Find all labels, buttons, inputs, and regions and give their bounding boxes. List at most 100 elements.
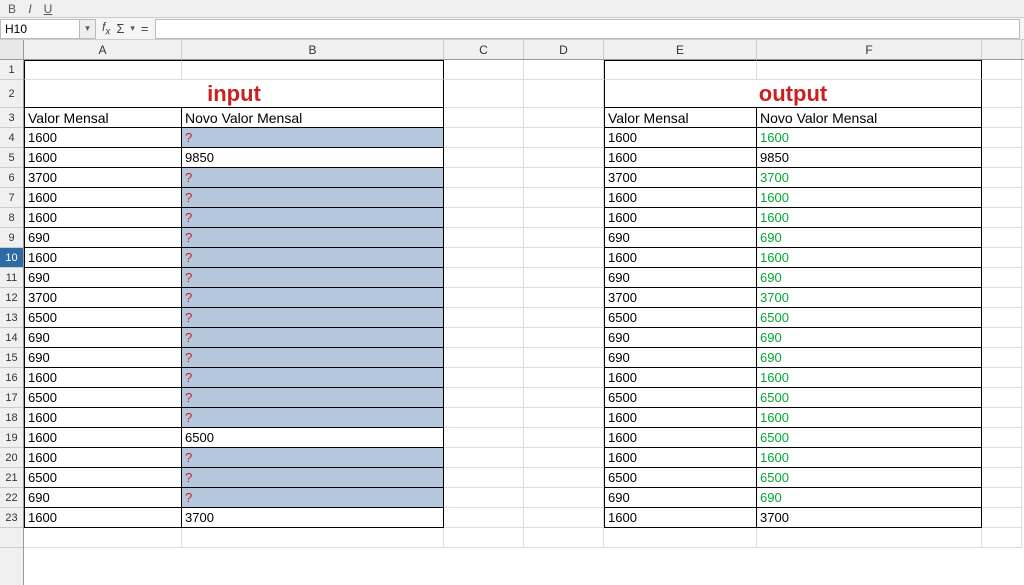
row-header-8[interactable]: 8 (0, 208, 23, 228)
cell-A15[interactable]: 690 (24, 348, 182, 368)
cell-A17[interactable]: 6500 (24, 388, 182, 408)
cell-B21[interactable]: ? (182, 468, 444, 488)
cell-C14[interactable] (444, 328, 524, 348)
cell-E21[interactable]: 6500 (604, 468, 757, 488)
cell-C18[interactable] (444, 408, 524, 428)
dropdown-icon[interactable]: ▾ (130, 23, 135, 34)
row-header-12[interactable]: 12 (0, 288, 23, 308)
cell-F10[interactable]: 1600 (757, 248, 982, 268)
cell-G13[interactable] (982, 308, 1022, 328)
cell-A10[interactable]: 1600 (24, 248, 182, 268)
header-valor-output[interactable]: Valor Mensal (604, 108, 757, 128)
cell-B9[interactable]: ? (182, 228, 444, 248)
cell-F17[interactable]: 6500 (757, 388, 982, 408)
cell-D14[interactable] (524, 328, 604, 348)
cell-F4[interactable]: 1600 (757, 128, 982, 148)
cell-D3[interactable] (524, 108, 604, 128)
cell-B7[interactable]: ? (182, 188, 444, 208)
cell-D21[interactable] (524, 468, 604, 488)
cell-B8[interactable]: ? (182, 208, 444, 228)
cell-B24[interactable] (182, 528, 444, 548)
cell-F12[interactable]: 3700 (757, 288, 982, 308)
cell-A7[interactable]: 1600 (24, 188, 182, 208)
bold-icon[interactable]: B (4, 1, 20, 17)
cell-G4[interactable] (982, 128, 1022, 148)
cell-G10[interactable] (982, 248, 1022, 268)
underline-icon[interactable]: U (40, 1, 56, 17)
cell-C13[interactable] (444, 308, 524, 328)
cell-E14[interactable]: 690 (604, 328, 757, 348)
cell-B1[interactable] (182, 60, 444, 80)
cell-E1[interactable] (604, 60, 757, 80)
cell-A8[interactable]: 1600 (24, 208, 182, 228)
column-header-B[interactable]: B (182, 40, 444, 59)
cell-D4[interactable] (524, 128, 604, 148)
cell-C6[interactable] (444, 168, 524, 188)
cell-D5[interactable] (524, 148, 604, 168)
cell-A19[interactable]: 1600 (24, 428, 182, 448)
cell-A9[interactable]: 690 (24, 228, 182, 248)
cell-F5[interactable]: 9850 (757, 148, 982, 168)
cell-G22[interactable] (982, 488, 1022, 508)
cell-G8[interactable] (982, 208, 1022, 228)
cell-D16[interactable] (524, 368, 604, 388)
cell-C11[interactable] (444, 268, 524, 288)
cell-F1[interactable] (757, 60, 982, 80)
row-header-4[interactable]: 4 (0, 128, 23, 148)
input-title[interactable]: input (24, 80, 444, 108)
cell-G19[interactable] (982, 428, 1022, 448)
column-header-A[interactable]: A (24, 40, 182, 59)
cell-F7[interactable]: 1600 (757, 188, 982, 208)
cell-B12[interactable]: ? (182, 288, 444, 308)
cell-C16[interactable] (444, 368, 524, 388)
cell-G17[interactable] (982, 388, 1022, 408)
cell-G20[interactable] (982, 448, 1022, 468)
cell-D12[interactable] (524, 288, 604, 308)
column-header-D[interactable]: D (524, 40, 604, 59)
cell-D11[interactable] (524, 268, 604, 288)
name-box[interactable]: H10 (0, 19, 80, 39)
cell-D17[interactable] (524, 388, 604, 408)
name-box-dropdown[interactable]: ▾ (80, 19, 96, 39)
cell-C17[interactable] (444, 388, 524, 408)
cell-G12[interactable] (982, 288, 1022, 308)
cell-E22[interactable]: 690 (604, 488, 757, 508)
cell-D1[interactable] (524, 60, 604, 80)
cell-B22[interactable]: ? (182, 488, 444, 508)
cell-F23[interactable]: 3700 (757, 508, 982, 528)
row-header-13[interactable]: 13 (0, 308, 23, 328)
cell-G6[interactable] (982, 168, 1022, 188)
cell-A16[interactable]: 1600 (24, 368, 182, 388)
cell-F6[interactable]: 3700 (757, 168, 982, 188)
cell-B5[interactable]: 9850 (182, 148, 444, 168)
cell-E11[interactable]: 690 (604, 268, 757, 288)
formula-input[interactable] (155, 19, 1020, 39)
cell-B20[interactable]: ? (182, 448, 444, 468)
cell-C10[interactable] (444, 248, 524, 268)
cell-A13[interactable]: 6500 (24, 308, 182, 328)
cell-C9[interactable] (444, 228, 524, 248)
italic-icon[interactable]: I (22, 1, 38, 17)
cell-G24[interactable] (982, 528, 1022, 548)
cell-G14[interactable] (982, 328, 1022, 348)
cell-D10[interactable] (524, 248, 604, 268)
cell-C19[interactable] (444, 428, 524, 448)
cell-F20[interactable]: 1600 (757, 448, 982, 468)
cell-D19[interactable] (524, 428, 604, 448)
cell-E7[interactable]: 1600 (604, 188, 757, 208)
cell-B23[interactable]: 3700 (182, 508, 444, 528)
cell-B18[interactable]: ? (182, 408, 444, 428)
column-header-blank[interactable] (982, 40, 1022, 59)
row-header-[interactable] (0, 528, 23, 548)
cell-B16[interactable]: ? (182, 368, 444, 388)
cell-C8[interactable] (444, 208, 524, 228)
cell-C21[interactable] (444, 468, 524, 488)
column-header-F[interactable]: F (757, 40, 982, 59)
row-header-18[interactable]: 18 (0, 408, 23, 428)
cell-B10[interactable]: ? (182, 248, 444, 268)
cell-E4[interactable]: 1600 (604, 128, 757, 148)
cell-E20[interactable]: 1600 (604, 448, 757, 468)
row-header-16[interactable]: 16 (0, 368, 23, 388)
cell-E24[interactable] (604, 528, 757, 548)
cell-C4[interactable] (444, 128, 524, 148)
